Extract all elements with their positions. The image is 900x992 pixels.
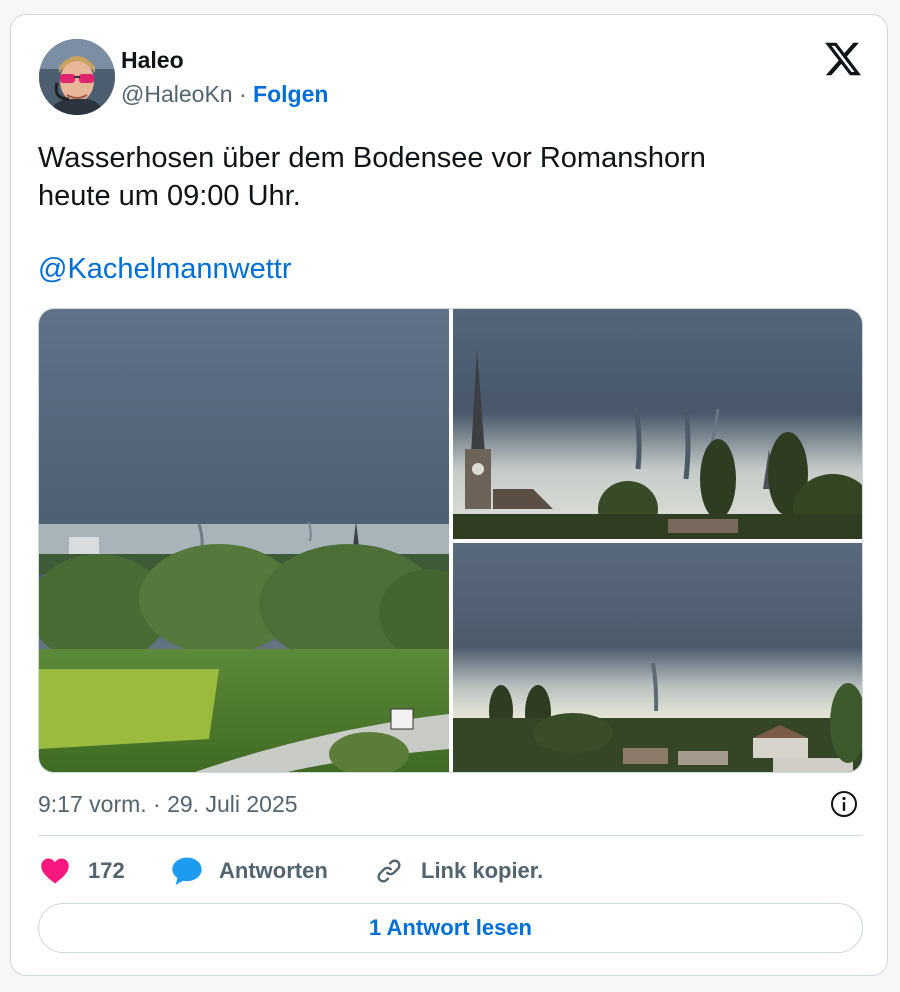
divider xyxy=(38,835,863,836)
handle-row: @HaleoKn · Folgen xyxy=(121,81,328,108)
author-handle[interactable]: @HaleoKn xyxy=(121,81,233,107)
heart-icon xyxy=(41,858,69,884)
like-count: 172 xyxy=(88,858,125,883)
like-button[interactable]: 172 xyxy=(40,853,125,889)
copy-link-button[interactable]: Link kopier. xyxy=(375,853,543,889)
tweet-card: Haleo @HaleoKn · Folgen Wasserhosen über… xyxy=(10,14,888,976)
photo-lake-waterspout[interactable] xyxy=(453,543,862,772)
media-grid xyxy=(38,308,863,773)
tweet-timestamp[interactable]: 9:17 vorm. · 29. Juli 2025 xyxy=(38,791,298,818)
info-icon[interactable] xyxy=(829,789,859,819)
speech-bubble-icon xyxy=(172,857,202,885)
reply-label: Antworten xyxy=(219,858,328,883)
link-icon xyxy=(377,859,401,883)
photo-orchard-waterspouts[interactable] xyxy=(39,309,449,772)
avatar[interactable] xyxy=(39,39,115,115)
tweet-text-line: heute um 09:00 Uhr. xyxy=(38,180,301,212)
handle-separator: · xyxy=(238,81,247,107)
read-replies-button[interactable]: 1 Antwort lesen xyxy=(38,903,863,953)
tweet-text: Wasserhosen über dem Bodensee vor Romans… xyxy=(38,139,858,215)
mention-link[interactable]: @Kachelmannwettr xyxy=(38,253,292,286)
author-name[interactable]: Haleo xyxy=(121,47,184,74)
x-logo-icon[interactable] xyxy=(823,39,863,79)
photo-church-waterspouts[interactable] xyxy=(453,309,862,539)
reply-button[interactable]: Antworten xyxy=(171,853,328,889)
copy-link-label: Link kopier. xyxy=(421,858,544,883)
follow-button[interactable]: Folgen xyxy=(253,81,328,107)
tweet-text-line: Wasserhosen über dem Bodensee vor Romans… xyxy=(38,142,706,174)
